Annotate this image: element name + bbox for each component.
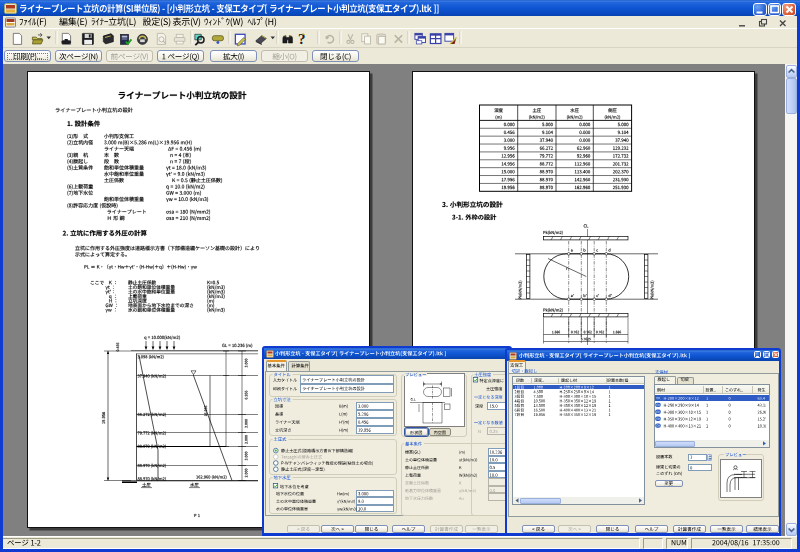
svg-text:?: ? [298, 31, 306, 47]
